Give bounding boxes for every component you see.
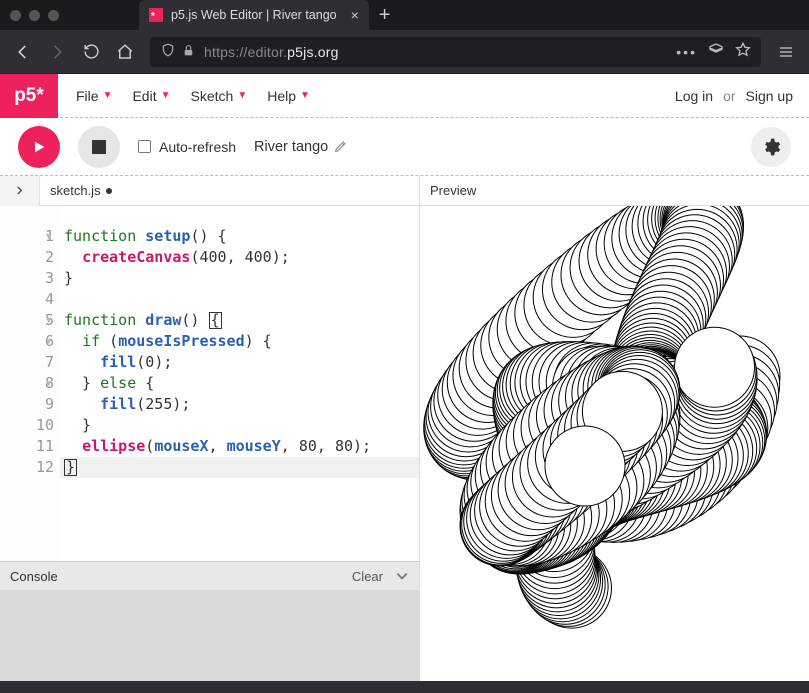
caret-down-icon: ▼: [103, 90, 113, 101]
line-gutter: 1▼2345▼6▼78▼9101112: [0, 206, 60, 561]
window-controls[interactable]: [10, 10, 59, 21]
code-editor[interactable]: 1▼2345▼6▼78▼9101112 function setup() { c…: [0, 206, 419, 561]
back-button[interactable]: [8, 37, 38, 67]
auto-refresh-toggle[interactable]: Auto-refresh: [138, 139, 236, 155]
auth-links: Log in or Sign up: [675, 88, 809, 104]
play-button[interactable]: [18, 126, 60, 168]
menu-edit[interactable]: Edit▼: [122, 88, 180, 104]
close-window-icon[interactable]: [10, 10, 21, 21]
reload-button[interactable]: [76, 37, 106, 67]
new-tab-button[interactable]: +: [369, 4, 401, 27]
reader-icon[interactable]: [707, 42, 725, 61]
filename-tab[interactable]: sketch.js: [40, 183, 112, 198]
lock-icon[interactable]: [180, 44, 196, 60]
expand-sidebar-button[interactable]: [0, 176, 40, 206]
preview-canvas[interactable]: [420, 206, 809, 681]
stop-button[interactable]: [78, 126, 120, 168]
forward-button[interactable]: [42, 37, 72, 67]
preview-label: Preview: [430, 183, 476, 198]
chevron-right-icon: [14, 185, 25, 196]
menu-button[interactable]: [771, 37, 801, 67]
caret-down-icon: ▼: [161, 90, 171, 101]
menu-sketch[interactable]: Sketch▼: [181, 88, 258, 104]
console-header: Console Clear: [0, 562, 419, 590]
preview-pane: Preview: [420, 176, 809, 681]
maximize-window-icon[interactable]: [48, 10, 59, 21]
console-output[interactable]: [0, 590, 419, 681]
minimize-window-icon[interactable]: [29, 10, 40, 21]
menu-bar: File▼ Edit▼ Sketch▼ Help▼: [58, 88, 320, 104]
chevron-down-icon[interactable]: [395, 569, 409, 583]
browser-titlebar: * p5.js Web Editor | River tango × +: [0, 0, 809, 30]
page-actions-icon[interactable]: •••: [676, 44, 697, 60]
login-link[interactable]: Log in: [675, 88, 713, 104]
browser-toolbar: https://editor.p5js.org •••: [0, 30, 809, 74]
shield-icon[interactable]: [160, 43, 176, 60]
console-clear-button[interactable]: Clear: [352, 569, 383, 584]
sketch-name[interactable]: River tango: [254, 139, 347, 155]
app-topbar: p5* File▼ Edit▼ Sketch▼ Help▼ Log in or …: [0, 74, 809, 118]
menu-help[interactable]: Help▼: [257, 88, 320, 104]
auto-refresh-checkbox[interactable]: [138, 140, 151, 153]
tab-title: p5.js Web Editor | River tango: [171, 8, 337, 22]
browser-bottom-chrome: [0, 681, 809, 693]
auto-refresh-label: Auto-refresh: [159, 139, 236, 155]
bookmark-icon[interactable]: [735, 42, 751, 61]
stop-icon: [92, 140, 106, 154]
p5-favicon: *: [149, 8, 163, 22]
url-bar[interactable]: https://editor.p5js.org •••: [150, 37, 761, 67]
menu-file[interactable]: File▼: [66, 88, 122, 104]
code-area[interactable]: function setup() { createCanvas(400, 400…: [60, 206, 419, 561]
caret-down-icon: ▼: [300, 90, 310, 101]
unsaved-indicator-icon: [106, 188, 112, 194]
settings-button[interactable]: [751, 127, 791, 167]
sketch-output: [420, 206, 800, 666]
console-label: Console: [10, 569, 58, 584]
close-tab-icon[interactable]: ×: [351, 7, 359, 23]
signup-link[interactable]: Sign up: [746, 88, 793, 104]
console-panel: Console Clear: [0, 561, 419, 681]
home-button[interactable]: [110, 37, 140, 67]
p5-logo[interactable]: p5*: [0, 74, 58, 118]
caret-down-icon: ▼: [237, 90, 247, 101]
browser-tab[interactable]: * p5.js Web Editor | River tango ×: [139, 0, 369, 30]
control-bar: Auto-refresh River tango: [0, 118, 809, 176]
edit-icon[interactable]: [334, 140, 347, 153]
svg-text:*: *: [151, 11, 155, 22]
file-bar: sketch.js: [0, 176, 419, 206]
url-text: https://editor.p5js.org: [204, 44, 676, 60]
auth-or: or: [723, 88, 735, 104]
editor-pane: sketch.js 1▼2345▼6▼78▼9101112 function s…: [0, 176, 420, 681]
gear-icon: [761, 137, 781, 157]
